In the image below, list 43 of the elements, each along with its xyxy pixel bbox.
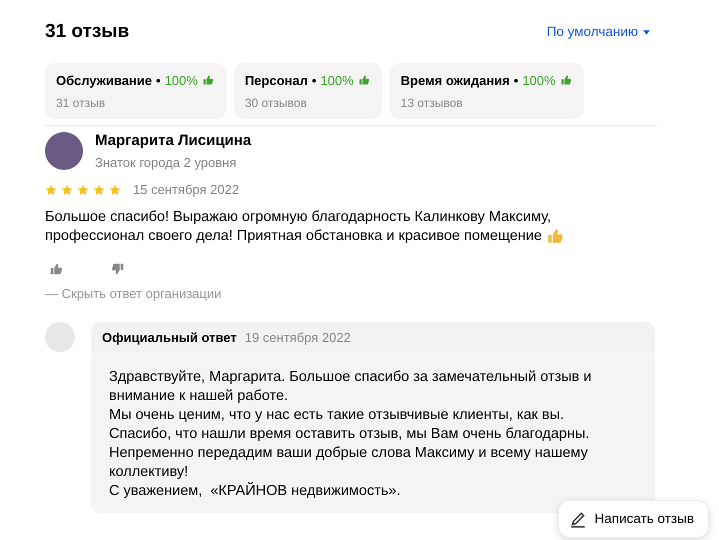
avatar-photo-placeholder [45,132,83,170]
reply-text: С уважением, «КРАЙНОВ недвижимость». [109,482,402,501]
aspect-card[interactable]: Обслуживание • 100% 31 отзыв [45,62,226,119]
sort-dropdown[interactable]: По умолчанию [546,22,651,42]
review-count-title: 31 отзыв [45,20,130,44]
star-icon [61,184,73,196]
reply-text: Спасибо, что нашли время оставить отзыв, мы Вам очень благодарны. [109,425,590,444]
reply-label: Официальный ответ [102,328,237,347]
reply-text: Мы очень ценим, что у нас есть такие отзывчивые клиенты, как вы. [109,406,566,425]
aspect-percent: 100% [320,72,354,90]
review-text: Большое спасибо! Выражаю огромную благодарность Калинкову Максиму, профессионал своего дела! Приятная обстановка и красивое помещение [45,208,605,246]
thumbs-up-icon [560,74,572,86]
star-icon [93,184,105,196]
aspect-name: Персонал [244,72,308,90]
pencil-icon [568,510,586,528]
dislike-icon[interactable] [111,262,125,276]
separator-dot: • [514,72,518,90]
aspect-card[interactable]: Персонал • 100% 30 отзывов [234,62,382,119]
aspect-percent: 100% [522,72,556,90]
author-name: Маргарита Лисицина [95,131,252,151]
aspect-review-count: 13 отзывов [400,95,464,112]
review-date: 15 сентября 2022 [133,181,240,199]
like-icon[interactable] [49,262,63,276]
separator-dot: • [312,72,316,90]
aspect-review-count: 30 отзывов [244,95,308,112]
thumbs-up-icon [202,74,214,86]
star-icon [77,184,89,196]
star-icon [109,184,121,196]
caret-icon [642,28,651,37]
thumbs-up-icon [358,74,370,86]
reply-text: Непременно передадим ваши добрые слова Максиму и всему нашему коллективу! [109,444,589,482]
write-review-button[interactable]: Написать отзыв [558,500,709,538]
reply-date: 19 сентября 2022 [244,328,351,347]
aspect-card[interactable]: Время ожидания • 100% 13 отзывов [390,62,584,119]
author-level: Знаток города 2 уровня [95,154,238,172]
aspect-name: Время ожидания [400,72,510,90]
aspect-percent: 100% [164,72,198,90]
separator-dot: • [156,72,161,90]
aspect-review-count: 31 отзыв [56,95,106,112]
aspect-name: Обслуживание [56,72,152,90]
star-icon [45,184,57,196]
thumbs-up-icon [546,226,564,245]
reply-text: Здравствуйте, Маргарита. Большое спасибо за замечательный отзыв и внимание к нашей работе. [109,368,592,406]
